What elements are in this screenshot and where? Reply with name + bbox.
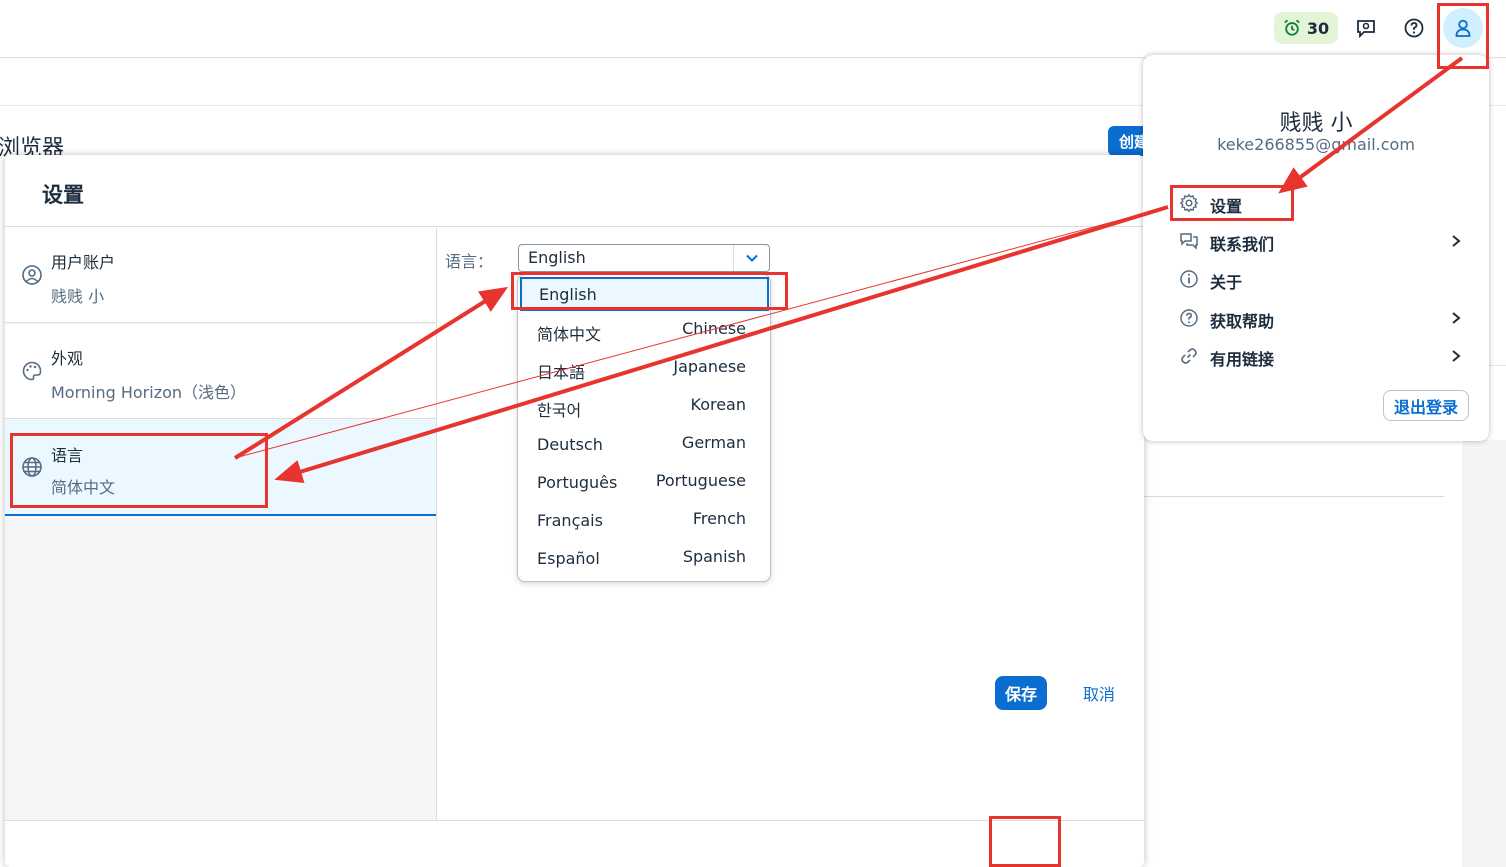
dialog-footer [5,820,1144,867]
menu-item-get-help[interactable]: 获取帮助 [1173,302,1463,334]
language-option-english[interactable]: English [520,277,769,311]
menu-item-useful-links[interactable]: 有用链接 [1173,340,1463,372]
alarm-clock-icon [1284,19,1300,36]
menu-item-label: 关于 [1210,273,1243,292]
nav-item-desc: 简体中文 [51,478,116,497]
menu-item-label: 有用链接 [1210,350,1275,369]
chevron-right-icon [1452,350,1461,362]
menu-item-about[interactable]: 关于 [1173,263,1463,295]
feedback-button[interactable] [1350,12,1382,44]
option-english: Japanese [673,357,746,376]
save-button[interactable]: 保存 [995,676,1047,710]
language-select[interactable]: English [518,244,770,272]
background-edge [1462,440,1506,867]
option-native: Português [537,473,618,492]
language-option-german[interactable]: Deutsch German [518,427,770,463]
user-circle-icon [22,265,42,285]
profile-button[interactable] [1443,8,1483,48]
option-english: Portuguese [655,471,746,490]
option-native: Español [537,549,600,568]
option-native: 한국어 [537,401,582,420]
language-option-french[interactable]: Français French [518,503,770,539]
menu-item-label: 获取帮助 [1210,312,1275,331]
trial-days-count: 30 [1306,18,1330,38]
globe-icon [22,457,42,477]
language-option-korean[interactable]: 한국어 Korean [518,389,770,425]
nav-item-desc: Morning Horizon（浅色） [51,383,247,402]
help-button[interactable] [1398,12,1430,44]
option-native: Deutsch [537,435,603,454]
user-email: keke266855@gmail.com [1217,135,1415,154]
help-icon [1404,18,1424,38]
menu-item-label: 设置 [1210,197,1243,216]
option-native: 日本語 [537,363,586,382]
palette-icon [22,361,42,381]
chat-icon [1180,233,1198,250]
language-option-japanese[interactable]: 日本語 Japanese [518,351,770,387]
link-icon [1181,348,1197,364]
option-english: Korean [690,395,747,414]
profile-popover: 贱贱 小 keke266855@gmail.com 设置 联系我们 关于 获取帮… [1143,55,1489,441]
nav-item-language[interactable]: 语言 简体中文 [5,420,436,516]
language-label: 语言： [445,252,494,271]
nav-item-title: 外观 [51,349,84,368]
nav-item-title: 用户账户 [51,253,116,272]
gear-icon [1179,193,1199,213]
menu-item-settings[interactable]: 设置 [1173,187,1463,219]
feedback-icon [1357,20,1375,39]
option-native: 简体中文 [537,325,602,344]
language-select-value: English [528,248,586,267]
option-english: German [681,433,746,452]
nav-item-user-account[interactable]: 用户账户 贱贱 小 [5,228,436,323]
divider [1144,496,1444,497]
chevron-right-icon [1452,312,1461,324]
dialog-title: 设置 [42,183,84,207]
logout-button[interactable]: 退出登录 [1383,390,1469,421]
nav-item-title: 语言 [51,446,84,465]
dialog-header: 设置 [5,155,1144,227]
help-icon [1180,309,1198,327]
language-dropdown: English 简体中文 Chinese 日本語 Japanese 한국어 Ko… [517,274,771,582]
option-english: French [692,509,746,528]
trial-days-badge[interactable]: 30 [1274,12,1338,44]
chevron-down-icon[interactable] [733,245,769,271]
user-icon [1455,19,1471,37]
user-name: 贱贱 小 [1279,111,1353,136]
option-native: Français [537,511,603,530]
language-option-chinese[interactable]: 简体中文 Chinese [518,313,770,349]
nav-item-appearance[interactable]: 外观 Morning Horizon（浅色） [5,324,436,419]
option-native: English [539,285,597,304]
cancel-button[interactable]: 取消 [1072,676,1126,710]
option-english: Spanish [682,547,746,566]
option-english: Chinese [682,319,746,338]
language-option-portuguese[interactable]: Português Portuguese [518,465,770,501]
menu-item-contact-us[interactable]: 联系我们 [1173,225,1463,257]
menu-item-label: 联系我们 [1210,235,1275,254]
chevron-right-icon [1452,235,1461,247]
info-icon [1180,270,1198,288]
language-option-spanish[interactable]: Español Spanish [518,541,770,577]
settings-nav: 用户账户 贱贱 小 外观 Morning Horizon（浅色） 语言 简体中文 [5,228,437,820]
nav-item-desc: 贱贱 小 [51,287,105,306]
